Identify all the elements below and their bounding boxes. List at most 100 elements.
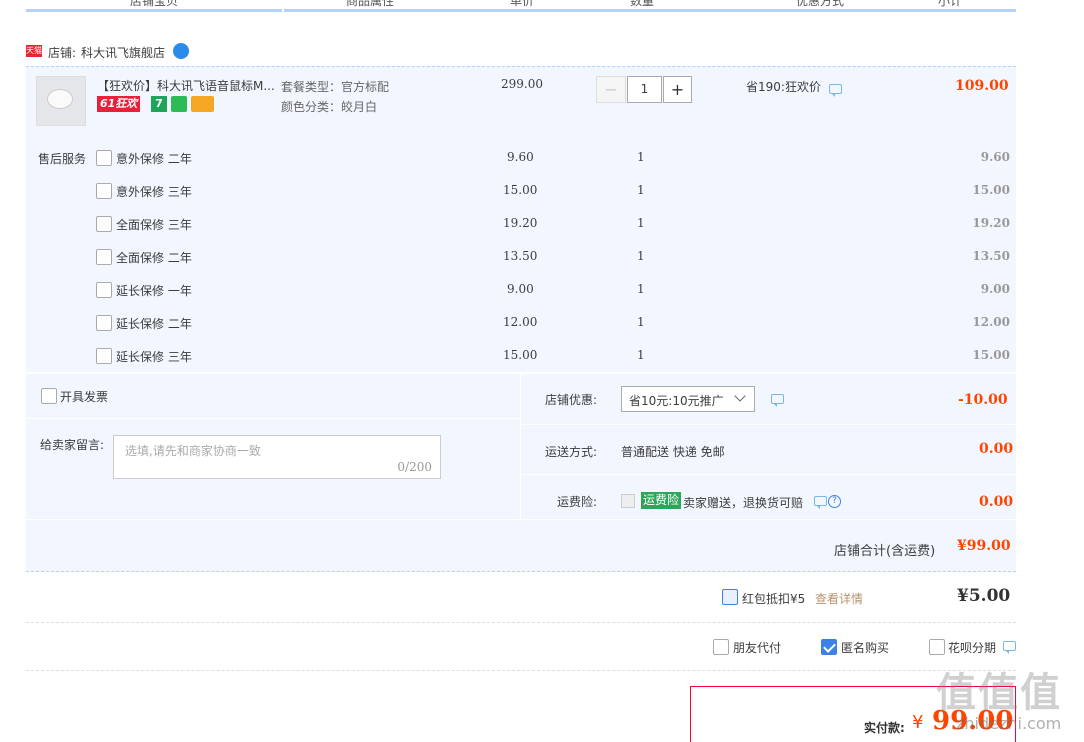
service-name: 意外保修 三年 xyxy=(116,185,192,199)
service-name: 意外保修 二年 xyxy=(116,152,192,166)
insurance-tag: 运费险 xyxy=(641,492,682,509)
huabei-info-icon[interactable] xyxy=(1003,641,1016,654)
product-thumbnail[interactable] xyxy=(36,76,86,126)
insurance-amount: 0.00 xyxy=(979,494,1014,510)
shipping-amount: 0.00 xyxy=(979,441,1014,457)
insurance-label: 运费险: xyxy=(557,495,598,509)
product-title[interactable]: 【狂欢价】科大讯飞语音鼠标M... xyxy=(97,77,275,94)
site-watermark-text: zhidezhi.com xyxy=(956,714,1062,733)
service-price: 12.00 xyxy=(503,315,538,329)
guarantee-icon xyxy=(171,96,187,112)
service-price: 19.20 xyxy=(503,216,538,230)
site-watermark: 值值值 xyxy=(936,670,1062,716)
shop-total-amount: ¥99.00 xyxy=(957,538,1011,554)
shop-discount-label: 店铺优惠: xyxy=(545,393,598,407)
service-checkbox[interactable] xyxy=(96,183,112,199)
service-price: 9.00 xyxy=(507,282,534,296)
service-subtotal: 19.20 xyxy=(972,216,1010,230)
column-header-subtotal: 小计 xyxy=(938,0,963,8)
pay-currency: ¥ xyxy=(912,712,924,733)
service-subtotal: 9.60 xyxy=(980,150,1010,164)
service-qty: 1 xyxy=(637,183,645,197)
service-qty: 1 xyxy=(637,150,645,164)
column-header-qty: 数量 xyxy=(630,0,655,8)
service-qty: 1 xyxy=(637,282,645,296)
attr-package: 套餐类型：官方标配 xyxy=(281,80,390,94)
insurance-desc: 卖家赠送，退换货可赔 xyxy=(683,496,804,510)
redpacket-checkbox[interactable] xyxy=(722,589,738,605)
column-header-attr: 商品属性 xyxy=(346,0,395,8)
promo-61-badge: 61狂欢 xyxy=(97,96,141,112)
shop-discount-info-icon[interactable] xyxy=(771,394,784,407)
shipping-label: 运送方式: xyxy=(545,445,598,459)
service-name: 延长保修 一年 xyxy=(116,284,192,298)
seven-day-return-icon: 7 xyxy=(151,96,167,112)
wangwang-icon[interactable] xyxy=(173,43,189,59)
service-name: 全面保修 三年 xyxy=(116,218,192,232)
shop-label: 店铺: xyxy=(48,46,77,60)
column-header: 店铺宝贝 商品属性 单价 数量 优惠方式 小计 xyxy=(26,0,1016,12)
redpacket-label: 红包抵扣¥5 xyxy=(742,592,806,606)
service-checkbox[interactable] xyxy=(96,282,112,298)
quantity-input[interactable]: 1 xyxy=(627,76,662,103)
service-subtotal: 9.00 xyxy=(980,282,1010,296)
service-subtotal: 15.00 xyxy=(972,183,1010,197)
mouse-image xyxy=(47,89,73,109)
invoice-label: 开具发票 xyxy=(60,390,109,404)
item-discount: 省190:狂欢价 xyxy=(746,80,821,94)
huabei-label: 花呗分期 xyxy=(948,641,997,655)
service-price: 13.50 xyxy=(503,249,538,263)
friend-pay-label: 朋友代付 xyxy=(733,641,782,655)
service-checkbox[interactable] xyxy=(96,216,112,232)
anonymous-label: 匿名购买 xyxy=(841,641,890,655)
discount-info-icon[interactable] xyxy=(829,84,842,97)
attr-color: 颜色分类：皎月白 xyxy=(281,100,378,114)
column-header-price: 单价 xyxy=(510,0,535,8)
service-qty: 1 xyxy=(637,315,645,329)
service-name: 全面保修 二年 xyxy=(116,251,192,265)
shop-discount-amount: -10.00 xyxy=(958,392,1008,408)
huabei-checkbox[interactable] xyxy=(929,639,945,655)
pay-label: 实付款: xyxy=(864,721,905,735)
tmall-badge: 天猫 xyxy=(26,45,42,57)
item-subtotal: 109.00 xyxy=(955,78,1009,94)
column-header-discount: 优惠方式 xyxy=(796,0,845,8)
insurance-check-icon xyxy=(621,494,635,508)
service-price: 15.00 xyxy=(503,183,538,197)
divider xyxy=(26,622,1016,623)
friend-pay-checkbox[interactable] xyxy=(713,639,729,655)
anonymous-checkbox[interactable] xyxy=(821,639,837,655)
increment-button[interactable]: + xyxy=(663,76,692,103)
service-checkbox[interactable] xyxy=(96,249,112,265)
divider xyxy=(26,670,1016,671)
service-qty: 1 xyxy=(637,348,645,362)
insurance-info-icon[interactable] xyxy=(814,496,827,509)
shop-name[interactable]: 科大讯飞旗舰店 xyxy=(81,44,165,61)
service-checkbox[interactable] xyxy=(96,348,112,364)
message-textarea[interactable]: 选填,请先和商家协商一致 0/200 xyxy=(113,435,441,479)
service-name: 延长保修 三年 xyxy=(116,350,192,364)
service-qty: 1 xyxy=(637,249,645,263)
chevron-down-icon xyxy=(734,390,746,402)
service-price: 15.00 xyxy=(503,348,538,362)
message-placeholder: 选填,请先和商家协商一致 xyxy=(125,444,261,458)
service-checkbox[interactable] xyxy=(96,315,112,331)
service-subtotal: 12.00 xyxy=(972,315,1010,329)
shipping-value: 普通配送 快递 免邮 xyxy=(621,445,725,459)
shop-total-label: 店铺合计(含运费) xyxy=(834,544,936,559)
decrement-button[interactable]: − xyxy=(596,76,626,103)
invoice-checkbox[interactable] xyxy=(41,388,57,404)
message-label: 给卖家留言: xyxy=(40,438,105,452)
column-header-item: 店铺宝贝 xyxy=(130,0,179,8)
question-icon[interactable]: ? xyxy=(828,495,841,508)
shop-discount-value: 省10元:10元推广 xyxy=(629,394,724,408)
service-subtotal: 13.50 xyxy=(972,249,1010,263)
card-icon xyxy=(191,96,214,112)
redpacket-details-link[interactable]: 查看详情 xyxy=(815,590,863,607)
shop-discount-select[interactable]: 省10元:10元推广 xyxy=(621,386,755,412)
service-checkbox[interactable] xyxy=(96,150,112,166)
services-label: 售后服务 xyxy=(38,152,87,166)
service-price: 9.60 xyxy=(507,150,534,164)
unit-price: 299.00 xyxy=(501,77,543,91)
message-counter: 0/200 xyxy=(397,460,432,474)
